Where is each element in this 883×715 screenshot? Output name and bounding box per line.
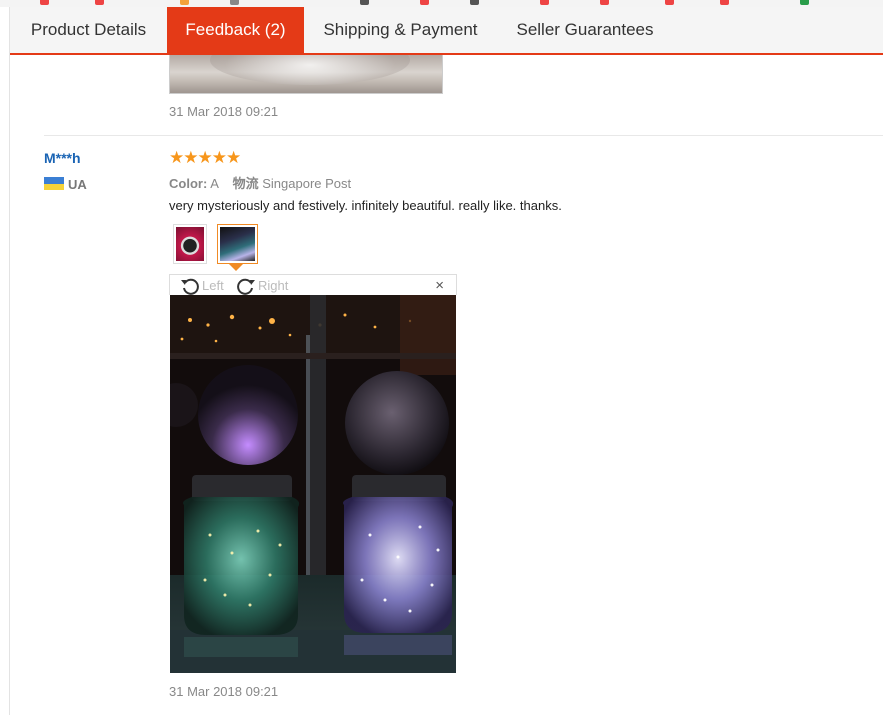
review-thumbnail-1[interactable] <box>173 224 207 264</box>
tab-product-details[interactable]: Product Details <box>10 7 167 53</box>
browser-bookmarks-bar <box>0 0 883 7</box>
rotate-left-button[interactable]: Left <box>180 275 230 296</box>
reviewer-name: M***h <box>44 150 81 166</box>
mason-jar-lights-photo <box>170 295 456 673</box>
tab-feedback[interactable]: Feedback (2) <box>167 7 304 53</box>
rotate-left-icon <box>181 278 199 295</box>
rotate-right-label: Right <box>258 278 289 293</box>
rotate-left-label: Left <box>202 278 224 293</box>
review-comment: very mysteriously and festively. infinit… <box>169 198 562 213</box>
product-tabs: Product Details Feedback (2) Shipping & … <box>10 7 883 55</box>
review-divider <box>44 135 883 136</box>
rotate-right-button[interactable]: Right <box>236 275 291 296</box>
logistics-label: 物流 <box>232 176 259 191</box>
review-photo-large <box>170 295 456 673</box>
color-label: Color: <box>169 176 208 191</box>
star-rating: ★★★★★ <box>169 148 241 167</box>
review-thumbnail-2[interactable] <box>217 224 258 264</box>
thumbnail-pointer <box>229 264 243 271</box>
tab-shipping-payment[interactable]: Shipping & Payment <box>304 7 497 53</box>
ukraine-flag-icon <box>44 177 64 190</box>
previous-review-date: 31 Mar 2018 09:21 <box>169 104 279 119</box>
tab-seller-guarantees[interactable]: Seller Guarantees <box>497 7 673 53</box>
rotate-right-icon <box>237 278 255 295</box>
content-border <box>9 7 10 715</box>
reviewer-country: UA <box>68 177 87 192</box>
close-viewer-button[interactable]: × <box>435 275 444 296</box>
color-value: A <box>210 176 219 191</box>
image-viewer-toolbar: Left Right × <box>169 274 457 295</box>
logistics-value: Singapore Post <box>262 176 352 191</box>
review-date: 31 Mar 2018 09:21 <box>169 684 279 699</box>
previous-review-photo[interactable] <box>169 55 443 94</box>
review-attributes: Color: A 物流 Singapore Post <box>169 173 351 192</box>
